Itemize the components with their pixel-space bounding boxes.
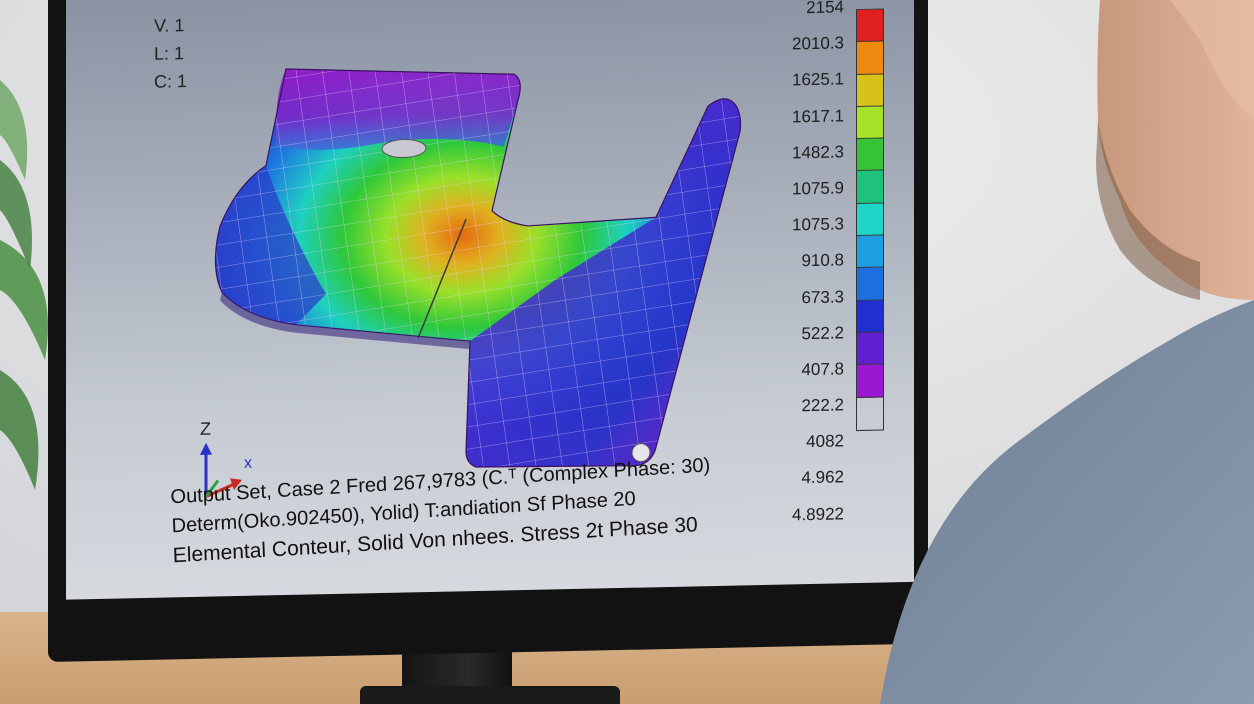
engineer-person [880,0,1254,704]
legend-value: 4.962 [801,467,844,488]
legend-value: 1625.1 [792,69,844,90]
legend-value: 1482.3 [792,142,844,163]
legend-values: 2154 2010.3 1625.1 1617.1 1482.3 1075.9 … [734,0,844,534]
legend-value: 1617.1 [792,105,844,126]
x-axis-label: x [244,455,252,472]
fea-viewport[interactable]: V. 1 L: 1 C: 1 2154 2010.3 1625.1 1617.1… [66,0,914,600]
legend-value: 673.3 [801,286,844,307]
monitor-stand-base [360,686,620,704]
legend-value: 2010.3 [792,33,844,54]
legend-value: 1075.3 [792,214,844,235]
legend-value: 4082 [806,431,844,452]
monitor-bezel: V. 1 L: 1 C: 1 2154 2010.3 1625.1 1617.1… [48,0,928,662]
legend-value: 222.2 [801,395,844,416]
legend-value: 522.2 [801,323,844,343]
view-number: V. 1 [154,15,185,36]
legend-value: 407.8 [801,359,844,380]
legend-value: 910.8 [801,250,844,271]
legend-value: 1075.9 [792,178,844,199]
legend-value: 2154 [806,0,844,18]
legend-value: 4.8922 [792,503,844,525]
z-axis-label: Z [200,419,211,439]
